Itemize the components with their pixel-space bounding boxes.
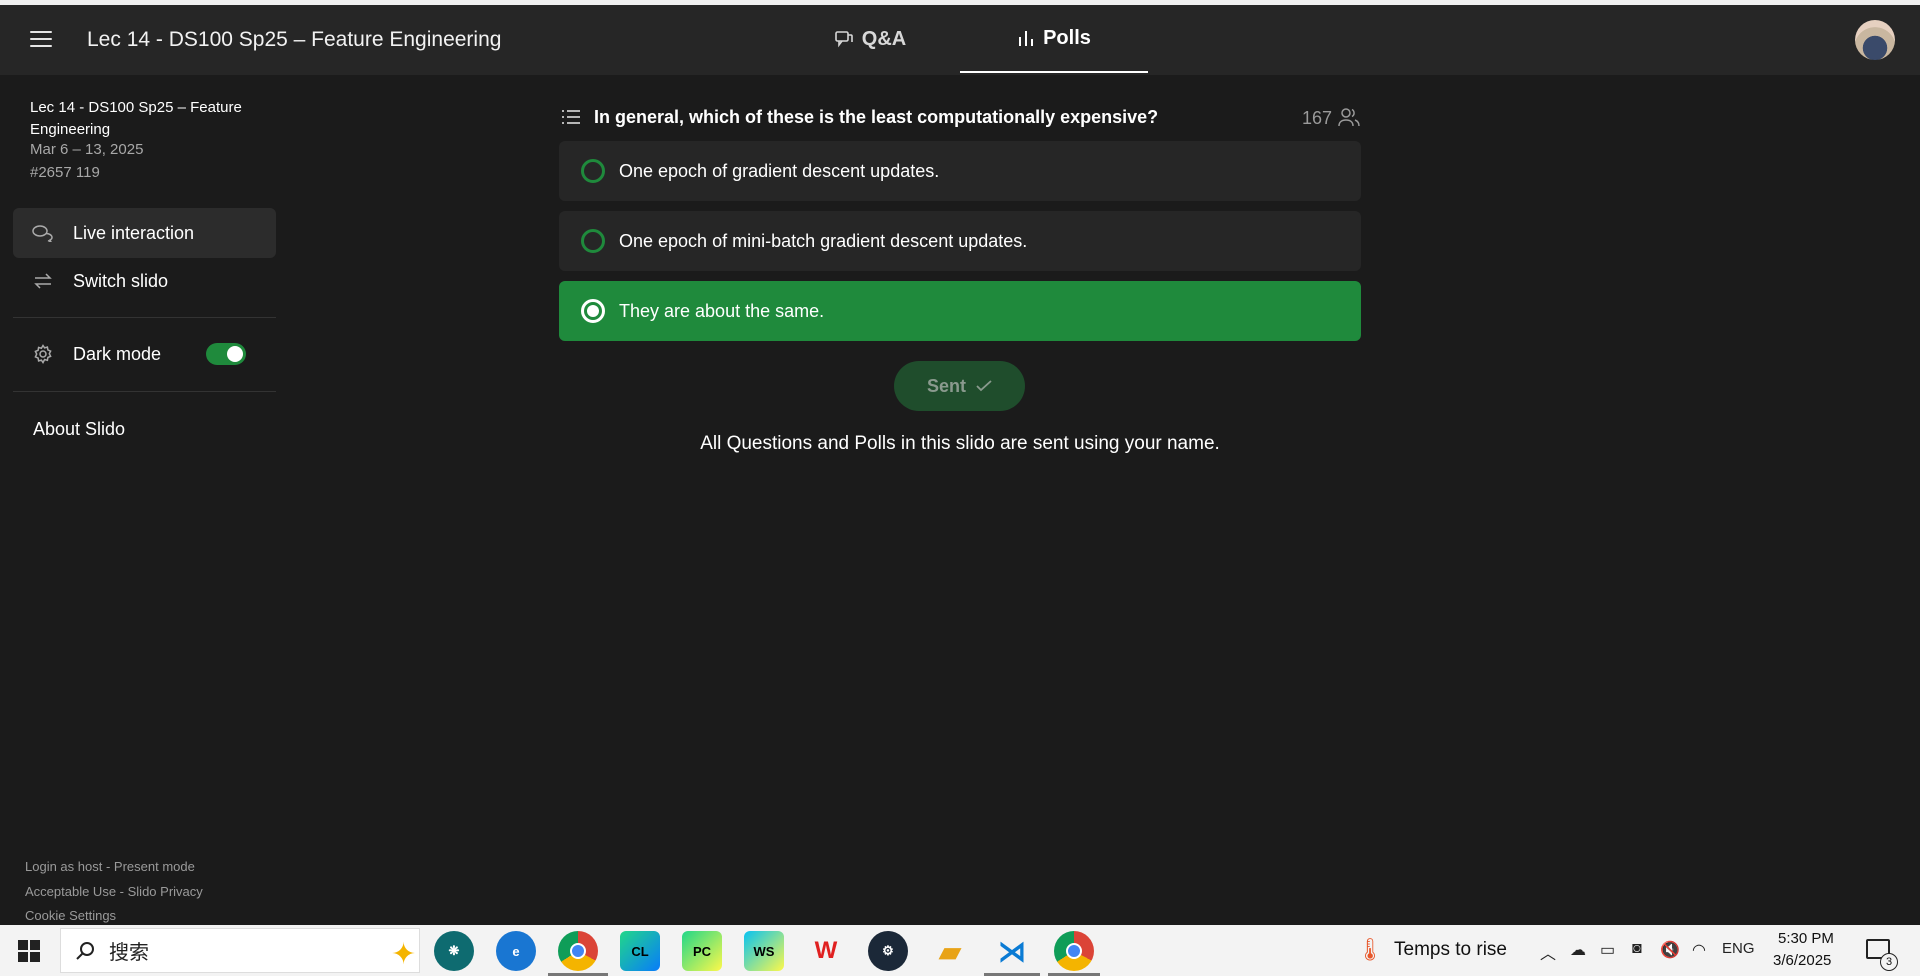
poll-option-label: They are about the same. xyxy=(619,300,825,321)
language-indicator[interactable]: ENG xyxy=(1722,940,1755,957)
event-dates: Mar 6 – 13, 2025 xyxy=(30,141,144,158)
windows-start-icon[interactable] xyxy=(18,940,40,962)
slido-privacy-link[interactable]: Slido Privacy xyxy=(128,884,203,899)
wps-icon[interactable]: W xyxy=(806,931,846,971)
footer-separator: - xyxy=(102,859,114,874)
poll-question-row: In general, which of these is the least … xyxy=(560,105,1360,131)
tab-qa-label: Q&A xyxy=(861,27,907,50)
sidebar-item-live-interaction[interactable]: Live interaction xyxy=(13,208,276,258)
participant-count: 167 xyxy=(1302,108,1333,128)
present-mode-link[interactable]: Present mode xyxy=(114,859,195,874)
poll-option-selected[interactable]: They are about the same. xyxy=(559,281,1361,341)
battery-icon[interactable]: ▭ xyxy=(1600,940,1615,960)
tab-qa[interactable]: Q&A xyxy=(815,5,925,73)
radio-button[interactable] xyxy=(581,229,605,253)
taskbar-search-input[interactable]: 搜索 ✦ xyxy=(60,928,420,973)
bar-chart-icon xyxy=(1019,31,1034,46)
swap-icon xyxy=(13,273,73,289)
pycharm-icon[interactable]: PC xyxy=(682,931,722,971)
cookie-settings-link[interactable]: Cookie Settings xyxy=(25,908,116,923)
chevron-up-icon[interactable]: ︿ xyxy=(1540,940,1556,964)
sidebar-item-label: Live interaction xyxy=(73,222,195,243)
wifi-icon[interactable]: ◠ xyxy=(1692,940,1706,960)
sent-button-label: Sent xyxy=(926,375,966,396)
dark-mode-label: Dark mode xyxy=(73,343,162,364)
name-notice: All Questions and Polls in this slido ar… xyxy=(700,433,1220,454)
footer-line-1: Login as host - Present mode xyxy=(25,859,195,874)
login-as-host-link[interactable]: Login as host xyxy=(25,859,102,874)
radio-button-checked[interactable] xyxy=(581,299,605,323)
gear-icon xyxy=(13,344,73,364)
poll-option[interactable]: One epoch of mini-batch gradient descent… xyxy=(559,211,1361,271)
chat-icon xyxy=(13,224,73,242)
windows-taskbar: 搜索 ✦ ❋ e CL PC WS W ⚙ ▰ ⋊ 🌡 Temps to ris… xyxy=(0,925,1920,976)
tab-polls-label: Polls xyxy=(1043,26,1091,49)
divider xyxy=(13,317,276,318)
sidebar-item-label: Switch slido xyxy=(73,270,169,291)
chat-bubbles-icon xyxy=(834,31,853,48)
event-title: Lec 14 - DS100 Sp25 – Feature Engineerin… xyxy=(30,99,242,138)
checkmark-icon xyxy=(976,380,992,392)
footer-line-2: Acceptable Use - Slido Privacy xyxy=(25,884,203,899)
search-icon xyxy=(76,941,94,960)
menu-icon[interactable] xyxy=(30,31,52,49)
sidebar-item-switch-slido[interactable]: Switch slido xyxy=(13,256,276,306)
avatar[interactable] xyxy=(1855,20,1895,60)
clion-icon[interactable]: CL xyxy=(620,931,660,971)
radio-button[interactable] xyxy=(581,159,605,183)
edge-icon[interactable]: e xyxy=(496,931,536,971)
clock-time[interactable]: 5:30 PM xyxy=(1778,930,1834,947)
notification-badge: 3 xyxy=(1880,953,1898,971)
cloud-icon[interactable]: ☁ xyxy=(1570,940,1586,960)
sidebar: Lec 14 - DS100 Sp25 – Feature Engineerin… xyxy=(0,75,290,925)
brain-app-icon[interactable]: ❋ xyxy=(434,931,474,971)
chrome-profile-icon[interactable] xyxy=(1054,931,1094,971)
app-header: Lec 14 - DS100 Sp25 – Feature Engineerin… xyxy=(0,5,1920,75)
participants-icon xyxy=(1338,108,1360,127)
poll-option[interactable]: One epoch of gradient descent updates. xyxy=(559,141,1361,201)
divider xyxy=(13,391,276,392)
poll-option-label: One epoch of gradient descent updates. xyxy=(619,160,940,181)
chrome-icon[interactable] xyxy=(558,931,598,971)
dark-mode-toggle[interactable] xyxy=(206,343,246,365)
event-code: #2657 119 xyxy=(30,164,100,181)
steam-icon[interactable]: ⚙ xyxy=(868,931,908,971)
search-placeholder: 搜索 xyxy=(109,940,149,964)
footer-separator: - xyxy=(116,884,128,899)
camera-icon[interactable]: ◙ xyxy=(1632,940,1642,958)
file-explorer-icon[interactable]: ▰ xyxy=(930,931,970,971)
poll-option-label: One epoch of mini-batch gradient descent… xyxy=(619,230,1028,251)
speaker-muted-icon[interactable]: 🔇 xyxy=(1660,940,1680,960)
page-title: Lec 14 - DS100 Sp25 – Feature Engineerin… xyxy=(87,28,502,51)
thermometer-icon[interactable]: 🌡 xyxy=(1356,937,1384,963)
acceptable-use-link[interactable]: Acceptable Use xyxy=(25,884,116,899)
clock-date[interactable]: 3/6/2025 xyxy=(1773,952,1831,969)
about-slido-link[interactable]: About Slido xyxy=(33,419,125,440)
poll-question: In general, which of these is the least … xyxy=(594,107,1159,127)
sent-button[interactable]: Sent xyxy=(894,361,1025,411)
vscode-icon[interactable]: ⋊ xyxy=(992,931,1032,971)
list-icon xyxy=(562,110,580,124)
copilot-sparkle-icon[interactable]: ✦ xyxy=(391,937,416,972)
webstorm-icon[interactable]: WS xyxy=(744,931,784,971)
tab-polls[interactable]: Polls xyxy=(960,5,1148,73)
weather-text[interactable]: Temps to rise xyxy=(1394,939,1507,961)
